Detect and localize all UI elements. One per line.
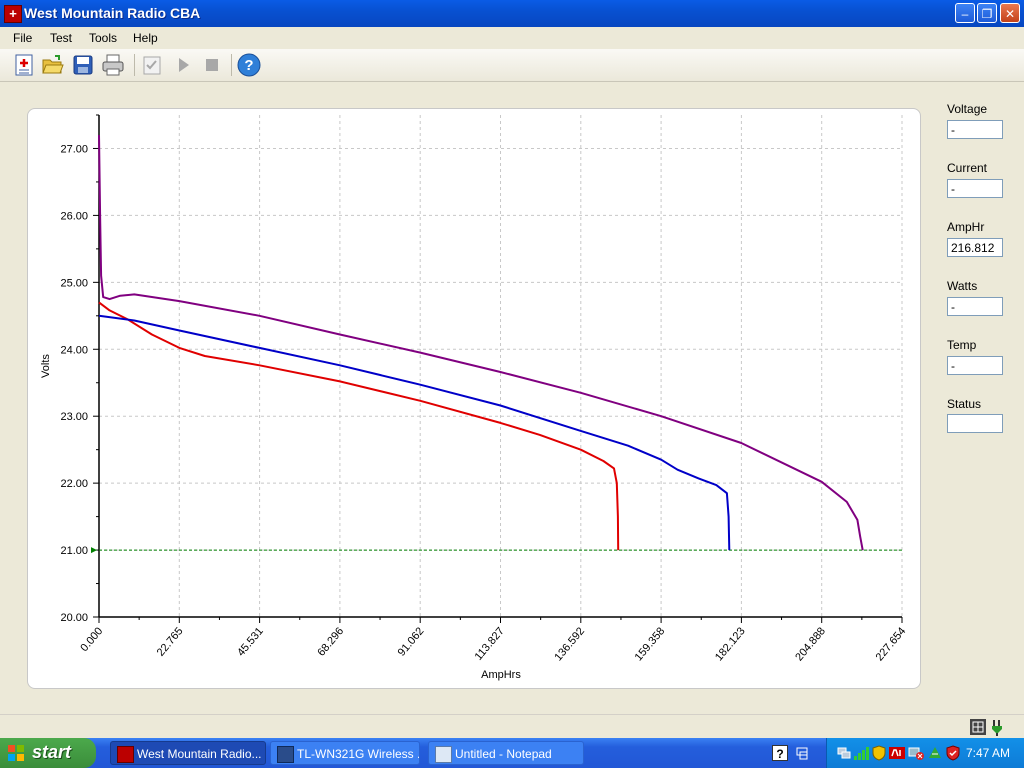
network-icon[interactable]: [837, 746, 851, 760]
chart-series: [98, 135, 864, 551]
current-field[interactable]: -: [947, 179, 1003, 198]
tray-app-icon[interactable]: [927, 745, 943, 761]
taskbar-item-wireless[interactable]: TL-WN321G Wireless ...: [270, 741, 420, 765]
series-line-2: [98, 135, 864, 551]
wireless-app-icon: [277, 746, 294, 763]
cutoff-line: [91, 547, 902, 554]
x-tick-label: 136.592: [552, 625, 587, 663]
x-axis-label: AmpHrs: [481, 669, 521, 681]
restore-windows-icon[interactable]: [795, 745, 809, 761]
x-tick-label: 22.765: [155, 625, 186, 658]
taskbar-item-cba[interactable]: West Mountain Radio...: [110, 741, 266, 765]
taskbar-item-label: TL-WN321G Wireless ...: [297, 747, 420, 761]
x-tick-label: 204.888: [793, 625, 828, 663]
y-tick-label: 26.00: [60, 210, 88, 222]
security-shield-icon[interactable]: [872, 745, 886, 761]
amphr-field[interactable]: 216.812: [947, 238, 1003, 257]
start-label: start: [32, 742, 72, 762]
chart-axes: [93, 114, 903, 623]
x-tick-label: 91.062: [396, 625, 427, 658]
temp-label: Temp: [947, 338, 977, 352]
status-bar: [0, 714, 1024, 739]
resize-grid-icon: [970, 719, 986, 735]
signal-bars-icon[interactable]: [853, 745, 869, 761]
y-tick-label: 27.00: [60, 143, 88, 155]
x-tick-label: 0.000: [78, 625, 105, 654]
amphr-label: AmpHr: [947, 220, 985, 234]
windows-logo-icon: [8, 745, 24, 761]
x-tick-label: 227.654: [874, 625, 909, 663]
x-tick-label: 45.531: [235, 625, 266, 658]
antivirus-shield-icon[interactable]: [945, 745, 961, 761]
notepad-app-icon: [435, 746, 452, 763]
y-tick-label: 21.00: [60, 545, 88, 557]
x-tick-label: 68.296: [315, 625, 346, 658]
cba-app-icon: [117, 746, 134, 763]
y-tick-label: 23.00: [60, 411, 88, 423]
discharge-chart: 0.000 22.765 45.531 68.296 91.062 113.827 136.…: [40, 114, 908, 681]
chart-grid: [99, 115, 903, 617]
watts-label: Watts: [947, 279, 978, 293]
ati-icon[interactable]: [889, 746, 905, 760]
x-tick-label: 159.358: [633, 625, 668, 663]
y-tick-label: 22.00: [60, 478, 88, 490]
watts-field[interactable]: -: [947, 297, 1003, 316]
x-tick-label: 113.827: [473, 625, 507, 663]
current-label: Current: [947, 161, 988, 175]
temp-field[interactable]: -: [947, 356, 1003, 375]
status-field[interactable]: [947, 414, 1003, 433]
cutoff-marker-icon: [91, 547, 97, 554]
y-tick-label: 25.00: [60, 277, 88, 289]
svg-text:?: ?: [776, 747, 783, 761]
y-axis-label: Volts: [40, 354, 52, 378]
taskbar-item-label: Untitled - Notepad: [455, 747, 552, 761]
x-tick-label: 182.123: [713, 625, 748, 663]
taskbar-item-label: West Mountain Radio...: [137, 747, 262, 761]
taskbar-item-notepad[interactable]: Untitled - Notepad: [428, 741, 584, 765]
voltage-field[interactable]: -: [947, 120, 1003, 139]
taskbar: start West Mountain Radio... TL-WN321G W…: [0, 738, 1024, 768]
status-label: Status: [947, 397, 982, 411]
voltage-label: Voltage: [947, 102, 988, 116]
clock: 7:47 AM: [966, 746, 1011, 760]
language-help-icon[interactable]: ?: [772, 745, 788, 761]
x-tick-labels: 0.000 22.765 45.531 68.296 91.062 113.827 136.…: [78, 625, 908, 663]
y-tick-label: 20.00: [60, 612, 88, 624]
y-tick-label: 24.00: [60, 344, 88, 356]
y-tick-labels: 20.00 21.00 22.00 23.00 24.00 25.00 26.00 27.00: [60, 143, 88, 624]
network-alert-icon[interactable]: [908, 745, 924, 761]
start-button[interactable]: start: [0, 738, 96, 768]
connection-icon: [992, 720, 1002, 736]
